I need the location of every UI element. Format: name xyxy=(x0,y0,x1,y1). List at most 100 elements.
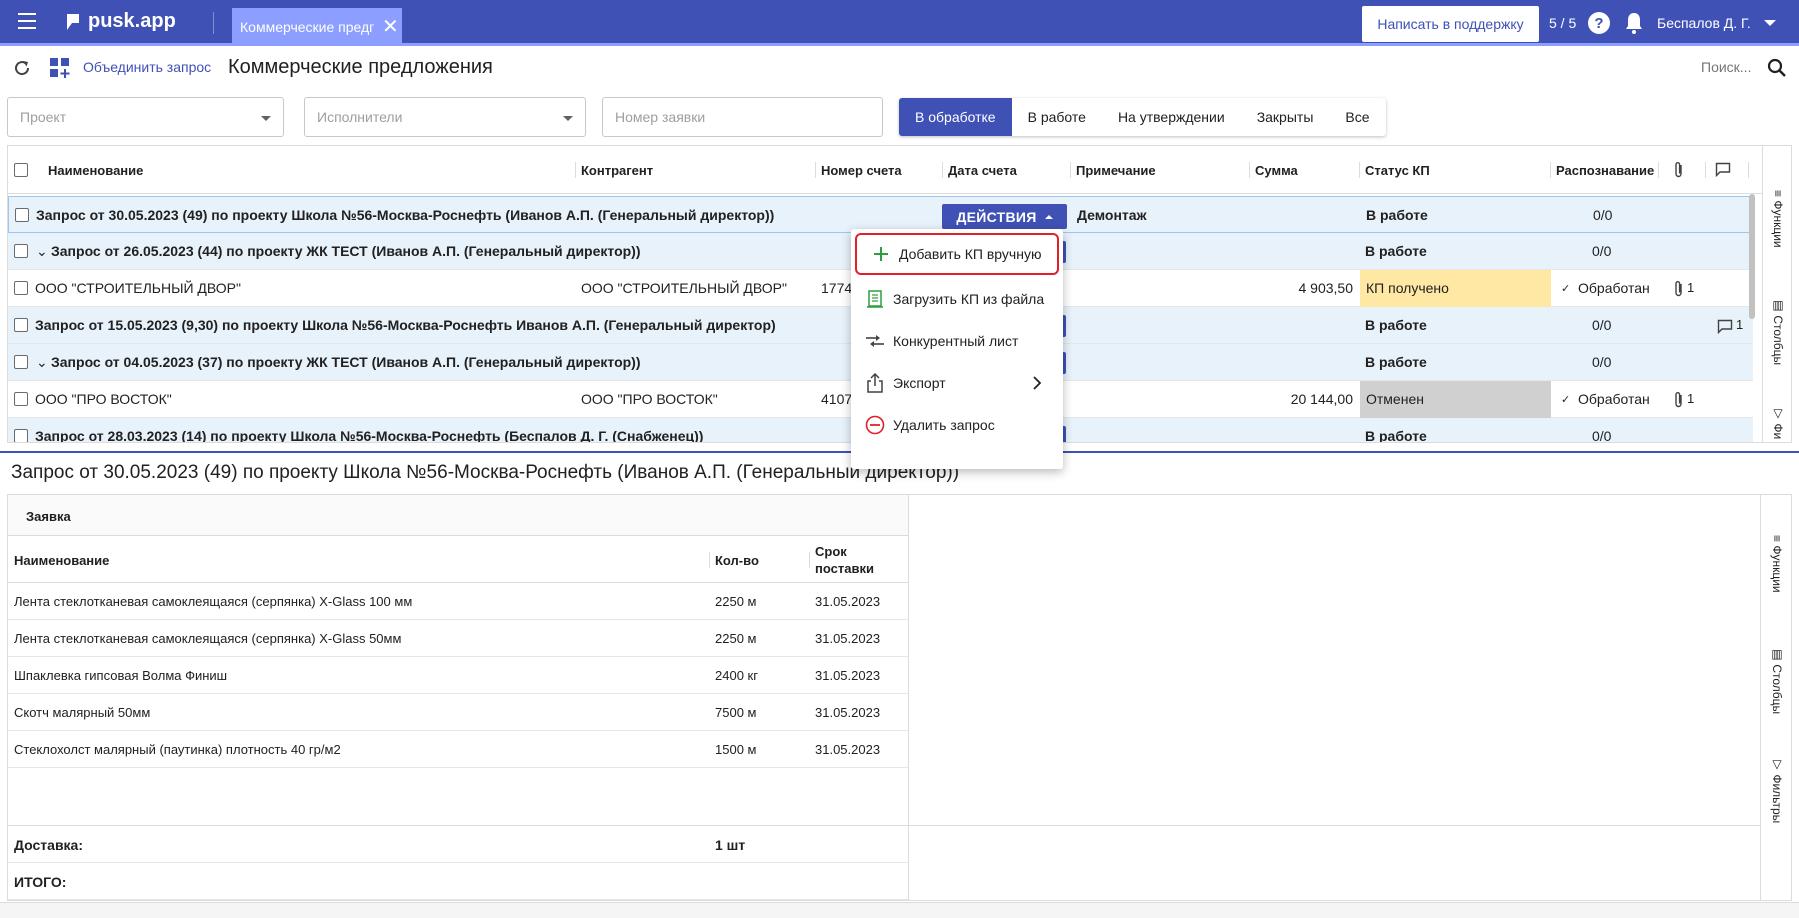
delivery-value: 1 шт xyxy=(715,837,746,853)
merge-request-link[interactable]: Объединить запрос xyxy=(83,59,211,75)
col-note[interactable]: Примечание xyxy=(1076,163,1156,178)
total-label: ИТОГО: xyxy=(14,874,67,890)
search-icon[interactable] xyxy=(1766,57,1788,79)
menu-item-label: Добавить КП вручную xyxy=(899,246,1042,262)
col-name[interactable]: Наименование xyxy=(48,163,143,178)
menu-item-add-offer-manually[interactable]: Добавить КП вручную xyxy=(855,233,1059,275)
support-button[interactable]: Написать в поддержку xyxy=(1362,6,1539,42)
detail-item-row[interactable]: Лента стеклотканевая самоклеящаяся (серп… xyxy=(8,620,908,657)
chevron-down-icon xyxy=(261,116,271,121)
segment-in-work[interactable]: В работе xyxy=(1012,98,1102,136)
segment-all[interactable]: Все xyxy=(1329,98,1385,136)
menu-item-competitive-sheet[interactable]: Конкурентный лист xyxy=(851,320,1063,362)
row-checkbox[interactable] xyxy=(14,318,28,332)
side-columns-tab[interactable]: ▥ Столбцы xyxy=(1770,647,1784,714)
col-invoice-number[interactable]: Номер счета xyxy=(821,163,902,178)
side-columns-tab[interactable]: ▥ Столбцы xyxy=(1771,298,1785,365)
comment-icon[interactable] xyxy=(1717,319,1733,334)
request-number-placeholder: Номер заявки xyxy=(615,109,706,125)
close-icon[interactable]: ✕ xyxy=(382,17,399,37)
segment-in-processing[interactable]: В обработке xyxy=(899,98,1012,136)
appbar-divider xyxy=(213,12,214,34)
paperclip-icon[interactable] xyxy=(1673,161,1685,179)
detail-col-qty[interactable]: Кол-во xyxy=(715,553,759,568)
col-contractor[interactable]: Контрагент xyxy=(581,163,653,178)
side-filters-tab[interactable]: ▽ Фи xyxy=(1771,406,1785,439)
help-icon[interactable]: ? xyxy=(1588,12,1610,34)
row-recognition: 0/0 xyxy=(1592,354,1612,370)
chevron-down-icon[interactable]: ⌄ xyxy=(36,243,48,260)
select-all-checkbox[interactable] xyxy=(14,163,28,177)
comment-icon[interactable] xyxy=(1715,162,1731,177)
paperclip-icon[interactable] xyxy=(1673,391,1685,409)
merge-request-icon[interactable] xyxy=(49,57,71,79)
row-checkbox[interactable] xyxy=(14,281,28,295)
menu-item-delete-request[interactable]: Удалить запрос xyxy=(851,404,1063,446)
grid-scrollbar[interactable] xyxy=(1749,194,1755,319)
detail-col-name[interactable]: Наименование xyxy=(14,553,109,568)
actions-button[interactable]: ДЕЙСТВИЯ xyxy=(942,204,1067,229)
bottom-scrollbar[interactable] xyxy=(0,902,1799,918)
side-functions-tab[interactable]: ≡ Функции xyxy=(1771,190,1785,248)
row-contractor: ООО "ПРО ВОСТОК" xyxy=(581,391,718,407)
bell-icon[interactable] xyxy=(1623,11,1645,35)
executors-select[interactable]: Исполнители xyxy=(304,97,586,137)
row-checkbox[interactable] xyxy=(14,355,28,369)
status-badge: КП получено xyxy=(1360,270,1551,307)
row-checkbox[interactable] xyxy=(14,392,28,406)
request-number-input[interactable]: Номер заявки xyxy=(602,97,883,137)
menu-item-upload-offer-file[interactable]: Загрузить КП из файла xyxy=(851,278,1063,320)
detail-col-delivery-line1[interactable]: Срок xyxy=(815,544,847,559)
user-name[interactable]: Беспалов Д. Г. xyxy=(1657,15,1751,31)
row-checkbox[interactable] xyxy=(14,429,28,442)
status-badge: Отменен xyxy=(1360,381,1551,418)
col-sum[interactable]: Сумма xyxy=(1255,163,1298,178)
col-invoice-date[interactable]: Дата счета xyxy=(948,163,1017,178)
grid-side-panel: ≡ Функции ▥ Столбцы ▽ Фи xyxy=(1762,146,1791,442)
project-select[interactable]: Проект xyxy=(7,97,284,137)
detail-item-row[interactable]: Стеклохолст малярный (паутинка) плотност… xyxy=(8,731,908,768)
row-recognition: 0/0 xyxy=(1593,207,1613,223)
status-segment-control: В обработке В работе На утверждении Закр… xyxy=(899,98,1386,136)
item-qty: 1500 м xyxy=(715,742,757,757)
row-sum: 20 144,00 xyxy=(1290,391,1353,407)
row-status: В работе xyxy=(1366,207,1428,223)
tab-commercial-offers[interactable]: Коммерческие предг ✕ xyxy=(232,8,402,46)
hamburger-menu-icon[interactable] xyxy=(18,13,38,29)
chevron-down-icon[interactable] xyxy=(1764,20,1776,26)
row-note: Демонтаж xyxy=(1077,207,1147,223)
row-checkbox[interactable] xyxy=(14,244,28,258)
row-contractor: ООО "СТРОИТЕЛЬНЫЙ ДВОР" xyxy=(581,280,787,296)
chevron-down-icon[interactable]: ⌄ xyxy=(36,354,48,371)
row-name: Запрос от 30.05.2023 (49) по проекту Шко… xyxy=(36,207,775,223)
row-recognition: 0/0 xyxy=(1592,428,1612,443)
menu-item-label: Конкурентный лист xyxy=(893,333,1019,349)
row-checkbox[interactable] xyxy=(15,208,29,222)
side-functions-tab[interactable]: ≡ Функции xyxy=(1770,535,1784,593)
actions-menu: Добавить КП вручную Загрузить КП из файл… xyxy=(851,229,1063,469)
tab-label: Коммерческие предг xyxy=(240,19,375,35)
detail-item-row[interactable]: Шпаклевка гипсовая Волма Финиш 2400 кг 3… xyxy=(8,657,908,694)
col-recognition[interactable]: Распознавание xyxy=(1556,163,1654,178)
detail-col-delivery-line2[interactable]: поставки xyxy=(815,561,874,576)
actions-button-label: ДЕЙСТВИЯ xyxy=(956,208,1037,225)
segment-closed[interactable]: Закрыты xyxy=(1241,98,1330,136)
segment-on-approval[interactable]: На утверждении xyxy=(1102,98,1241,136)
refresh-icon[interactable] xyxy=(12,58,32,78)
menu-item-export[interactable]: Экспорт xyxy=(851,362,1063,404)
paperclip-icon[interactable] xyxy=(1673,280,1685,298)
attachment-count: 1 xyxy=(1687,391,1695,406)
side-filters-tab[interactable]: ▽ Фильтры xyxy=(1770,757,1784,823)
executors-select-placeholder: Исполнители xyxy=(317,109,403,125)
app-logo[interactable]: pusk.app xyxy=(64,10,176,33)
detail-item-row[interactable]: Лента стеклотканевая самоклеящаяся (серп… xyxy=(8,583,908,620)
col-status[interactable]: Статус КП xyxy=(1365,163,1430,178)
table-row[interactable]: Запрос от 30.05.2023 (49) по проекту Шко… xyxy=(8,196,1753,233)
item-qty: 7500 м xyxy=(715,705,757,720)
row-name: Запрос от 15.05.2023 (9,30) по проекту Ш… xyxy=(35,317,776,333)
search-input[interactable]: Поиск... xyxy=(1701,59,1751,75)
detail-item-row[interactable]: Скотч малярный 50мм 7500 м 31.05.2023 xyxy=(8,694,908,731)
document-upload-icon xyxy=(865,289,885,309)
row-recognition: 0/0 xyxy=(1592,243,1612,259)
item-name: Лента стеклотканевая самоклеящаяся (серп… xyxy=(14,594,413,609)
